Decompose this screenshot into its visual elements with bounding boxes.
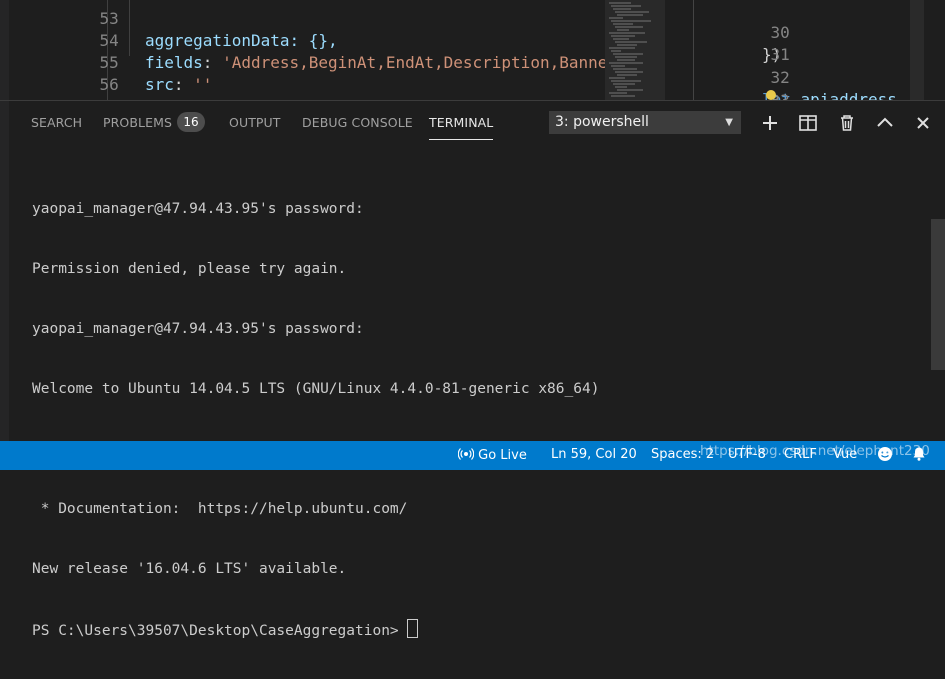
line-number: 32	[770, 68, 790, 87]
tab-debug-console[interactable]: DEBUG CONSOLE	[302, 115, 413, 130]
problems-count-badge: 16	[177, 112, 205, 132]
line-number: 56	[99, 75, 119, 94]
property-key: fields	[145, 53, 203, 72]
close-panel-button[interactable]	[911, 111, 935, 135]
code-line: 54 fields: 'Address,BeginAt,EndAt,Descri…	[9, 8, 605, 72]
terminal-cursor	[407, 619, 419, 638]
panel-tab-bar: SEARCH PROBLEMS 16 OUTPUT DEBUG CONSOLE …	[0, 101, 945, 143]
broadcast-icon	[457, 448, 475, 460]
code-line: 57 },	[9, 74, 119, 100]
terminal-prompt-line: PS C:\Users\39507\Desktop\CaseAggregatio…	[32, 619, 915, 639]
close-icon	[917, 117, 929, 129]
split-terminal-button[interactable]	[796, 111, 820, 135]
editor-pane-right[interactable]: 30 }) 31 32 let apiaddress 33 let shareU…	[694, 0, 945, 100]
chevron-down-icon: ▼	[725, 117, 733, 128]
terminal-line: Welcome to Ubuntu 14.04.5 LTS (GNU/Linux…	[32, 381, 600, 397]
tab-terminal[interactable]: TERMINAL	[429, 115, 494, 140]
code-line: 30 })	[694, 0, 790, 64]
code-line: 56 }	[9, 52, 137, 100]
editor-area: 53 aggregationData: {}, 54 fields: 'Addr…	[0, 0, 945, 100]
watermark: https://blog.csdn.net/elephant230	[700, 443, 930, 459]
bottom-panel: SEARCH PROBLEMS 16 OUTPUT DEBUG CONSOLE …	[0, 100, 945, 639]
kill-terminal-button[interactable]	[835, 111, 859, 135]
activity-edge	[0, 0, 9, 100]
go-live-button[interactable]: Go Live	[457, 446, 527, 463]
identifier: apiaddress	[800, 90, 897, 100]
terminal-select[interactable]: 3: powershell ▼	[549, 111, 741, 134]
terminal-line: yaopai_manager@47.94.43.95's password:	[32, 201, 364, 217]
terminal-line: Permission denied, please try again.	[32, 261, 347, 277]
code-line: 34	[694, 91, 752, 100]
maximize-panel-button[interactable]	[873, 111, 897, 135]
code-text: aggregationData: {},	[145, 31, 338, 50]
go-live-label: Go Live	[478, 448, 527, 463]
minimap-slider[interactable]	[605, 0, 665, 100]
terminal-line: New release '16.04.6 LTS' available.	[32, 561, 347, 577]
line-number: 54	[99, 31, 119, 50]
new-terminal-button[interactable]	[758, 111, 782, 135]
terminal-output[interactable]: yaopai_manager@47.94.43.95's password: P…	[32, 159, 915, 679]
code-line: 31	[694, 22, 790, 64]
lightbulb-icon[interactable]	[766, 90, 776, 100]
terminal-line: yaopai_manager@47.94.43.95's password:	[32, 321, 364, 337]
code-line: 33 let shareUrl	[694, 68, 790, 100]
plus-icon	[763, 116, 777, 130]
string-literal: 'Address,BeginAt,EndAt,Description,Banne…	[222, 53, 605, 72]
terminal-line: * Documentation: https://help.ubuntu.com…	[32, 501, 408, 517]
code-line: 32 let apiaddress	[694, 45, 897, 100]
chevron-up-icon	[877, 117, 893, 127]
indent-guide	[129, 0, 130, 56]
terminal-scrollbar[interactable]	[931, 219, 945, 370]
terminal-prompt: PS C:\Users\39507\Desktop\CaseAggregatio…	[32, 623, 408, 639]
line-number: 55	[99, 53, 119, 72]
editor-scrollbar[interactable]	[910, 0, 924, 100]
property-key: src	[145, 75, 174, 94]
tab-search[interactable]: SEARCH	[31, 115, 82, 130]
code-line: 53 aggregationData: {},	[9, 0, 338, 50]
split-icon	[799, 115, 817, 131]
line-number: 30	[770, 23, 790, 42]
string-literal: ''	[193, 75, 213, 94]
tab-problems[interactable]: PROBLEMS	[103, 115, 172, 130]
tab-output[interactable]: OUTPUT	[229, 115, 281, 130]
trash-icon	[841, 115, 853, 131]
line-number: 53	[99, 9, 119, 28]
cursor-position[interactable]: Ln 59, Col 20	[551, 447, 637, 462]
terminal-select-value: 3: powershell	[555, 114, 649, 130]
editor-pane-left[interactable]: 53 aggregationData: {}, 54 fields: 'Addr…	[9, 0, 605, 100]
line-number: 31	[770, 45, 790, 64]
activity-edge	[0, 101, 9, 442]
code-line: 55 src: ''	[9, 30, 213, 94]
